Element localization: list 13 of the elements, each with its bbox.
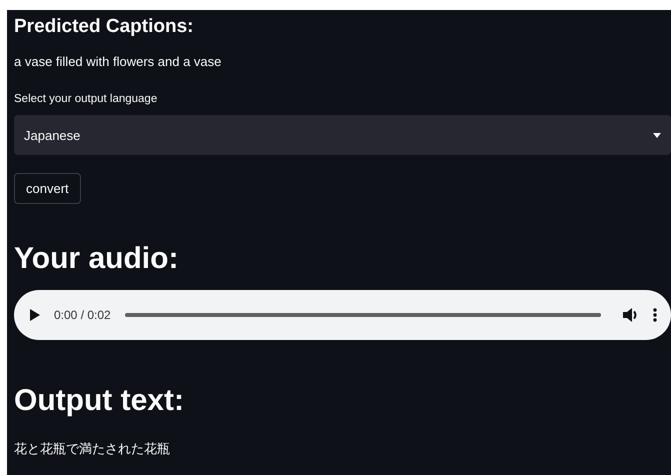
time-display: 0:00 / 0:02 bbox=[54, 308, 111, 322]
caption-text: a vase filled with flowers and a vase bbox=[14, 54, 222, 69]
section-heading: Output text: bbox=[14, 384, 185, 418]
section-heading: Your audio: bbox=[14, 242, 180, 276]
section-heading: Predicted Captions: bbox=[14, 15, 194, 39]
play-icon[interactable] bbox=[30, 309, 40, 321]
convert-button[interactable]: convert bbox=[14, 173, 81, 204]
select-label: Select your output language bbox=[14, 93, 158, 105]
language-select[interactable]: Japanese bbox=[14, 115, 671, 155]
caret-icon bbox=[653, 132, 661, 138]
volume-icon[interactable] bbox=[623, 308, 639, 322]
output-text: 花と花瓶で満たされた花瓶 bbox=[14, 440, 171, 458]
more-icon[interactable] bbox=[653, 308, 657, 322]
